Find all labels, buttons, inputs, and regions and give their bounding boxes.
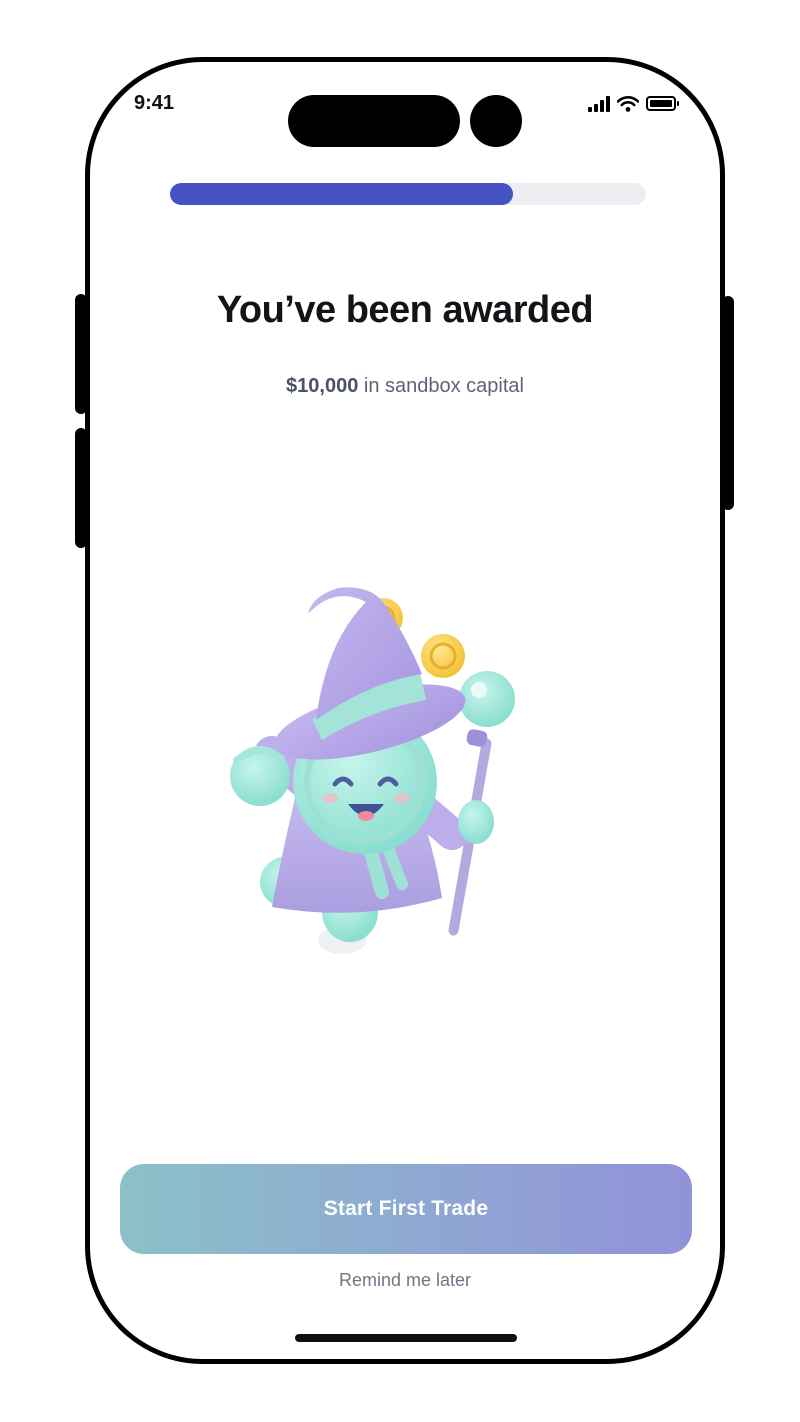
battery-icon [646,96,679,111]
phone-frame: 9:41 You’ve been awarded $10,000 in sand… [85,57,725,1364]
reward-amount: $10,000 [286,375,359,397]
status-time: 9:41 [134,92,175,114]
remind-me-later-link[interactable]: Remind me later [90,1270,720,1291]
front-camera [470,95,522,147]
dynamic-island [288,95,460,147]
cellular-signal-icon [588,96,610,112]
progress-fill [170,183,513,205]
wifi-icon [617,96,639,112]
onboarding-progress-bar [170,183,646,205]
page-title: You’ve been awarded [216,289,594,331]
home-indicator [295,1334,517,1342]
start-first-trade-button[interactable]: Start First Trade [120,1164,692,1254]
reward-subtitle: $10,000 in sandbox capital [90,375,720,398]
wizard-mascot-illustration [230,587,515,954]
status-icons [588,96,679,112]
staff-orb-icon [459,671,515,727]
mascot-hand [458,800,494,844]
gold-coin-icon [421,634,465,678]
reward-description: in sandbox capital [358,375,524,397]
